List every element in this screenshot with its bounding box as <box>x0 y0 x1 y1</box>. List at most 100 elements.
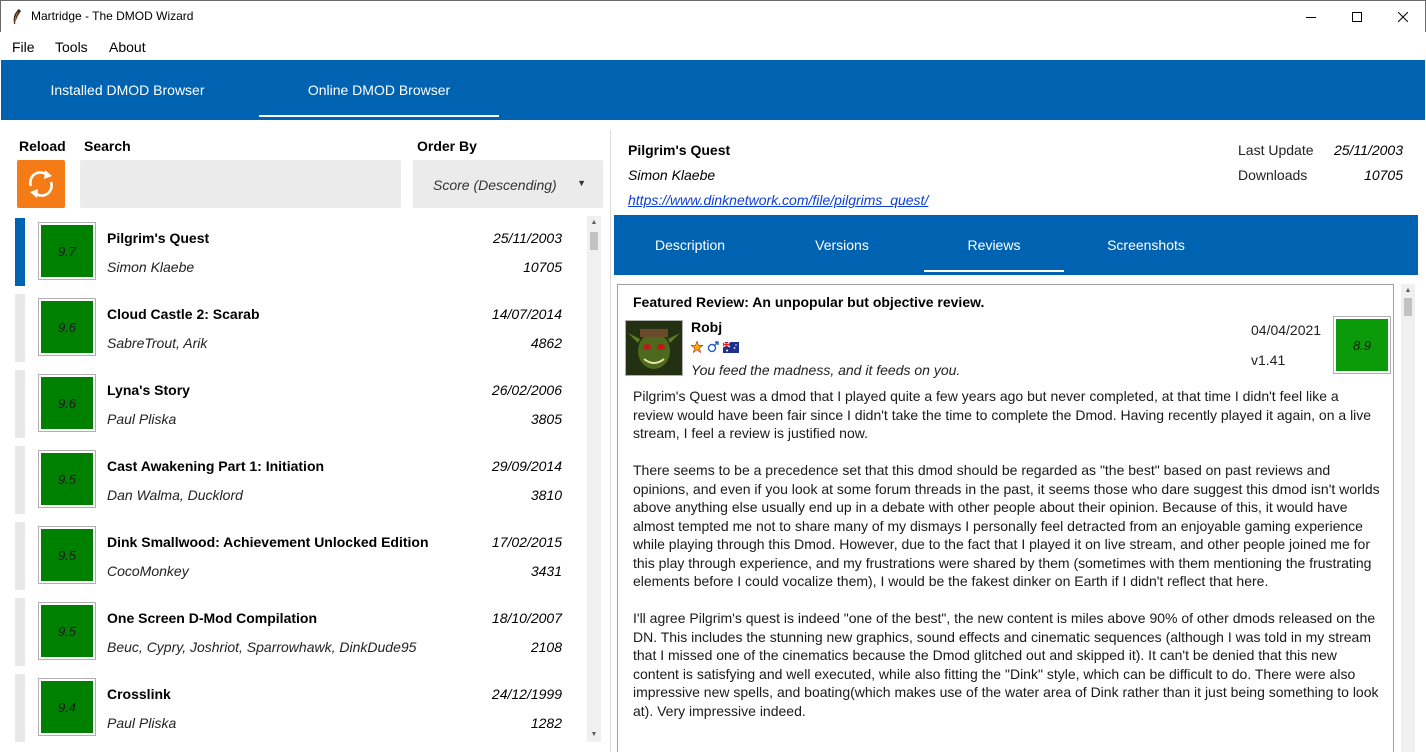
review-score-value: 8.9 <box>1336 319 1388 371</box>
title-bar: Martridge - The DMOD Wizard <box>0 0 1426 32</box>
score-badge: 9.5 <box>38 526 96 584</box>
score-badge: 9.7 <box>38 222 96 280</box>
tab-description[interactable]: Description <box>620 215 760 275</box>
search-label: Search <box>84 138 131 154</box>
dmod-date: 18/10/2007 <box>491 610 562 626</box>
dmod-list-item[interactable]: 9.5 One Screen D-Mod Compilation Beuc, C… <box>14 596 588 666</box>
reviewer-name[interactable]: Robj <box>691 319 722 335</box>
detail-url-link[interactable]: https://www.dinknetwork.com/file/pilgrim… <box>628 192 928 208</box>
dmod-date: 29/09/2014 <box>491 458 562 474</box>
review-scrollbar[interactable]: ▲ <box>1401 284 1415 752</box>
last-update-value: 25/11/2003 <box>1333 142 1403 158</box>
detail-title: Pilgrim's Quest <box>628 142 731 158</box>
score-badge: 9.6 <box>38 298 96 356</box>
dropdown-arrow-icon: ▼ <box>577 178 586 188</box>
selection-indicator <box>15 598 25 666</box>
downloads-label: Downloads <box>1238 167 1308 183</box>
dmod-author: CocoMonkey <box>107 563 189 579</box>
dmod-name: Cloud Castle 2: Scarab <box>107 306 260 322</box>
review-body: Pilgrim's Quest was a dmod that I played… <box>633 387 1383 739</box>
tab-screenshots[interactable]: Screenshots <box>1076 215 1216 275</box>
order-by-dropdown[interactable]: Score (Descending) ▼ <box>413 160 603 208</box>
selection-indicator <box>15 674 25 742</box>
selection-indicator <box>15 446 25 514</box>
detail-author: Simon Klaebe <box>628 167 716 183</box>
scroll-up-arrow-icon[interactable]: ▲ <box>1401 284 1415 298</box>
score-badge: 9.4 <box>38 678 96 736</box>
close-icon <box>1398 11 1408 22</box>
dmod-date: 14/07/2014 <box>491 306 562 322</box>
scroll-up-arrow-icon[interactable]: ▲ <box>587 216 601 230</box>
maximize-button[interactable] <box>1334 1 1380 32</box>
scroll-thumb[interactable] <box>1404 298 1412 316</box>
minimize-icon <box>1306 16 1316 18</box>
australia-flag-icon <box>723 341 739 353</box>
selection-indicator <box>15 294 25 362</box>
dmod-author: Dan Walma, Ducklord <box>107 487 243 503</box>
score-value: 9.6 <box>41 377 93 429</box>
main-tab-bar: Installed DMOD Browser Online DMOD Brows… <box>1 60 1425 120</box>
reload-label: Reload <box>19 138 66 154</box>
dmod-downloads: 3431 <box>530 563 562 579</box>
dmod-author: SabreTrout, Arik <box>107 335 208 351</box>
dmod-author: Paul Pliska <box>107 715 177 731</box>
scroll-thumb[interactable] <box>590 232 598 250</box>
dmod-list-item[interactable]: 9.7 Pilgrim's Quest Simon Klaebe 25/11/2… <box>14 216 588 286</box>
review-paragraph: I'll agree Pilgrim's quest is indeed "on… <box>633 610 1379 719</box>
tab-reviews[interactable]: Reviews <box>924 215 1064 275</box>
list-scrollbar[interactable]: ▲ ▼ <box>587 216 601 742</box>
menu-file[interactable]: File <box>12 39 35 55</box>
minimize-button[interactable] <box>1288 1 1334 32</box>
score-value: 9.7 <box>41 225 93 277</box>
review-date: 04/04/2021 <box>1251 322 1322 338</box>
star-badge-icon <box>691 341 703 353</box>
dmod-downloads: 1282 <box>530 715 562 731</box>
review-version: v1.41 <box>1251 352 1286 368</box>
score-value: 9.5 <box>41 605 93 657</box>
dmod-author: Paul Pliska <box>107 411 177 427</box>
dmod-name: Dink Smallwood: Achievement Unlocked Edi… <box>107 534 429 550</box>
score-badge: 9.6 <box>38 374 96 432</box>
order-by-label: Order By <box>417 138 477 154</box>
menu-tools[interactable]: Tools <box>55 39 88 55</box>
dmod-author: Simon Klaebe <box>107 259 195 275</box>
score-value: 9.4 <box>41 681 93 733</box>
dmod-list-item[interactable]: 9.6 Cloud Castle 2: Scarab SabreTrout, A… <box>14 292 588 362</box>
dmod-list-item[interactable]: 9.6 Lyna's Story Paul Pliska 26/02/2006 … <box>14 368 588 438</box>
dmod-downloads: 3805 <box>530 411 562 427</box>
review-paragraph: There seems to be a precedence set that … <box>633 462 1380 589</box>
order-by-value: Score (Descending) <box>433 177 557 193</box>
maximize-icon <box>1352 11 1362 22</box>
app-feather-icon <box>13 9 21 24</box>
dmod-downloads: 2108 <box>530 639 562 655</box>
tab-versions[interactable]: Versions <box>772 215 912 275</box>
downloads-value: 10705 <box>1364 167 1403 183</box>
dmod-date: 24/12/1999 <box>491 686 562 702</box>
dmod-name: Crosslink <box>107 686 171 702</box>
tab-installed-dmod-browser[interactable]: Installed DMOD Browser <box>1 60 254 120</box>
score-value: 9.6 <box>41 301 93 353</box>
dmod-downloads: 3810 <box>530 487 562 503</box>
dmod-list-item[interactable]: 9.5 Cast Awakening Part 1: Initiation Da… <box>14 444 588 514</box>
dmod-list-item[interactable]: 9.5 Dink Smallwood: Achievement Unlocked… <box>14 520 588 590</box>
review-score-badge: 8.9 <box>1333 316 1391 374</box>
detail-tab-bar: Description Versions Reviews Screenshots <box>614 215 1418 275</box>
tab-online-dmod-browser[interactable]: Online DMOD Browser <box>259 60 499 120</box>
dmod-name: One Screen D-Mod Compilation <box>107 610 318 626</box>
review-paragraph: Pilgrim's Quest was a dmod that I played… <box>633 388 1372 441</box>
search-input[interactable] <box>80 160 401 208</box>
close-button[interactable] <box>1380 1 1426 32</box>
reload-button[interactable] <box>17 160 65 208</box>
score-badge: 9.5 <box>38 450 96 508</box>
scroll-down-arrow-icon[interactable]: ▼ <box>587 728 601 742</box>
dmod-name: Pilgrim's Quest <box>107 230 210 246</box>
menu-about[interactable]: About <box>109 39 146 55</box>
dmod-date: 26/02/2006 <box>491 382 562 398</box>
score-badge: 9.5 <box>38 602 96 660</box>
selection-indicator <box>15 218 25 286</box>
dmod-date: 25/11/2003 <box>492 230 562 246</box>
dmod-list: 9.7 Pilgrim's Quest Simon Klaebe 25/11/2… <box>14 216 588 752</box>
male-symbol-icon <box>707 341 719 353</box>
dmod-list-item[interactable]: 9.4 Crosslink Paul Pliska 24/12/1999 128… <box>14 672 588 742</box>
reviewer-tagline: You feed the madness, and it feeds on yo… <box>691 362 961 378</box>
